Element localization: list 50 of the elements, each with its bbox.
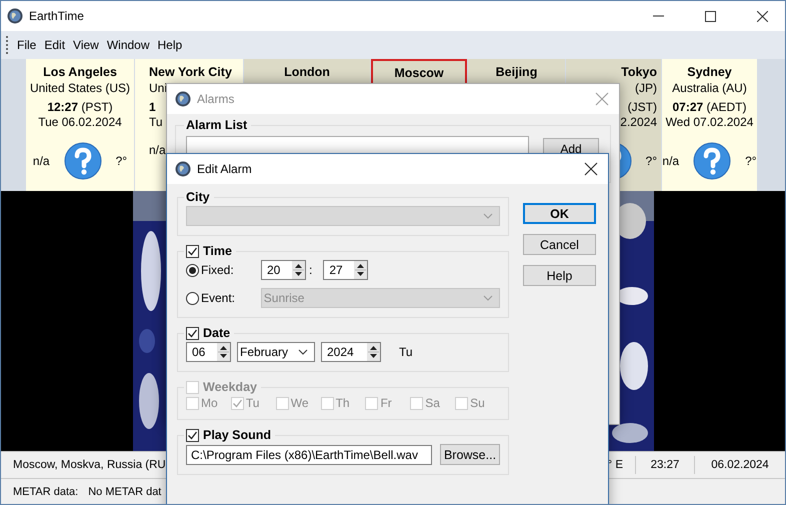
country-text: Uni <box>149 80 168 96</box>
weather-text: n/a <box>662 153 680 169</box>
city-name: London <box>284 65 330 80</box>
local-date: Tue 06.02.2024 <box>38 114 122 130</box>
radio-label: Event: <box>201 291 236 305</box>
checkbox-label: Fr <box>380 396 392 410</box>
city-name: Moscow <box>394 66 444 81</box>
status-date: 06.02.2024 <box>694 456 785 474</box>
city-name: New York City <box>149 65 232 80</box>
city-name: Los Angeles <box>43 65 117 80</box>
checkbox-label: We <box>290 396 309 410</box>
country-text: (JP) <box>635 80 657 96</box>
local-date: 2.2024 <box>620 114 657 130</box>
metar-label: METAR data: <box>12 486 80 498</box>
checkbox-label: Time <box>203 244 232 258</box>
weekday-text: Tu <box>399 345 413 359</box>
location-text: Moscow, Moskva, Russia (RU <box>12 459 167 471</box>
checkbox-label: Mo <box>201 396 218 410</box>
group-label: Alarm List <box>186 118 248 132</box>
weather-text: n/a <box>32 153 50 169</box>
country-text: Australia (AU) <box>672 80 747 96</box>
window-title: EarthTime <box>29 9 84 23</box>
metar-text: No METAR dat <box>87 486 162 498</box>
status-time: 23:27 <box>635 456 694 474</box>
checkbox-label: Tu <box>246 396 260 410</box>
checkbox-label: Su <box>470 396 485 410</box>
temperature-text: ?° <box>116 153 128 169</box>
temperature-text: ?° <box>646 153 657 169</box>
country-text: United States (US) <box>30 80 130 96</box>
checkbox-label: Play Sound <box>203 428 272 442</box>
local-time: 07:27 (AEDT) <box>672 100 747 114</box>
city-name: Sydney <box>687 65 732 80</box>
local-time: 12:27 (PST) <box>47 100 113 114</box>
checkbox-label: Weekday <box>203 380 257 394</box>
local-time: 1 <box>149 100 156 114</box>
time-separator: : <box>309 263 312 277</box>
checkbox-label: Date <box>203 326 230 340</box>
local-date: Wed 07.02.2024 <box>666 114 754 130</box>
checkbox-label: Sa <box>425 396 440 410</box>
checkbox-label: Th <box>336 396 350 410</box>
weather-text: n/a <box>149 142 166 158</box>
group-label: City <box>186 190 210 204</box>
local-date: Tu <box>149 114 163 130</box>
city-name: Tokyo <box>621 65 657 80</box>
dialog-title: Alarms <box>197 92 234 106</box>
radio-label: Fixed: <box>201 263 235 277</box>
local-time: (JST) <box>628 100 657 114</box>
city-name: Beijing <box>496 65 538 80</box>
dialog-title: Edit Alarm <box>197 162 252 176</box>
temperature-text: ?° <box>745 153 757 169</box>
